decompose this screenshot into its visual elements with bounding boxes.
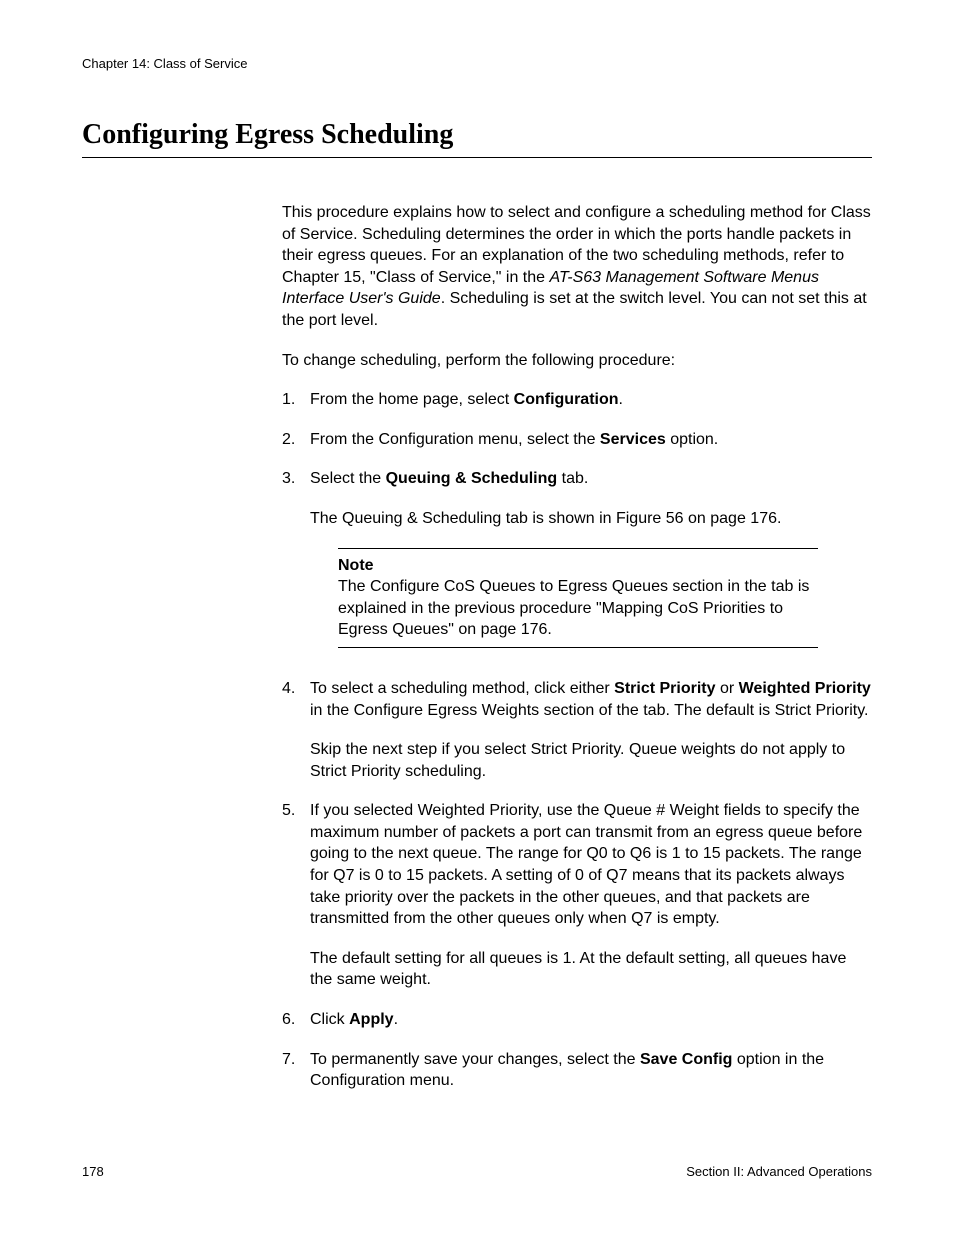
- intro-paragraph-1: This procedure explains how to select an…: [282, 202, 872, 332]
- note-title: Note: [338, 555, 818, 577]
- step-text: From the Configuration menu, select the: [310, 431, 600, 448]
- step-bold: Services: [600, 431, 666, 448]
- page-footer: 178 Section II: Advanced Operations: [82, 1164, 872, 1179]
- step-text: From the home page, select: [310, 391, 514, 408]
- content-column: This procedure explains how to select an…: [282, 202, 872, 1092]
- step-bold: Strict Priority: [614, 680, 715, 697]
- step-bold: Weighted Priority: [739, 680, 871, 697]
- step-number: 5.: [282, 800, 295, 822]
- step-5: 5. If you selected Weighted Priority, us…: [282, 800, 872, 991]
- chapter-header: Chapter 14: Class of Service: [82, 56, 872, 71]
- step-text: To permanently save your changes, select…: [310, 1051, 640, 1068]
- step-sub-text: The Queuing & Scheduling tab is shown in…: [310, 508, 872, 530]
- page-title: Configuring Egress Scheduling: [82, 119, 872, 158]
- step-text: option.: [666, 431, 718, 448]
- step-sub-text: The default setting for all queues is 1.…: [310, 948, 872, 991]
- step-bold: Apply: [349, 1011, 393, 1028]
- step-text: To select a scheduling method, click eit…: [310, 680, 614, 697]
- step-text: If you selected Weighted Priority, use t…: [310, 802, 862, 927]
- step-number: 7.: [282, 1049, 295, 1071]
- step-6: 6. Click Apply.: [282, 1009, 872, 1031]
- page: Chapter 14: Class of Service Configuring…: [0, 0, 954, 1235]
- step-4: 4. To select a scheduling method, click …: [282, 678, 872, 782]
- step-text: .: [394, 1011, 398, 1028]
- step-2: 2. From the Configuration menu, select t…: [282, 429, 872, 451]
- intro-paragraph-2: To change scheduling, perform the follow…: [282, 350, 872, 372]
- step-bold: Save Config: [640, 1051, 732, 1068]
- step-text: in the Configure Egress Weights section …: [310, 702, 869, 719]
- note-top-rule: [338, 548, 818, 549]
- step-number: 1.: [282, 389, 295, 411]
- note-text: The Configure CoS Queues to Egress Queue…: [338, 576, 818, 641]
- procedure-list: 1. From the home page, select Configurat…: [282, 389, 872, 1092]
- step-7: 7. To permanently save your changes, sel…: [282, 1049, 872, 1092]
- step-number: 3.: [282, 468, 295, 490]
- step-text: or: [716, 680, 739, 697]
- note-bottom-rule: [338, 647, 818, 648]
- step-3: 3. Select the Queuing & Scheduling tab. …: [282, 468, 872, 648]
- step-bold: Configuration: [514, 391, 619, 408]
- step-bold: Queuing & Scheduling: [386, 470, 558, 487]
- step-number: 6.: [282, 1009, 295, 1031]
- step-number: 2.: [282, 429, 295, 451]
- page-number: 178: [82, 1164, 104, 1179]
- note-box: Note The Configure CoS Queues to Egress …: [338, 548, 818, 648]
- step-1: 1. From the home page, select Configurat…: [282, 389, 872, 411]
- step-text: tab.: [557, 470, 588, 487]
- step-text: Click: [310, 1011, 349, 1028]
- step-sub-text: Skip the next step if you select Strict …: [310, 739, 872, 782]
- step-number: 4.: [282, 678, 295, 700]
- step-text: .: [619, 391, 623, 408]
- step-text: Select the: [310, 470, 386, 487]
- section-label: Section II: Advanced Operations: [686, 1164, 872, 1179]
